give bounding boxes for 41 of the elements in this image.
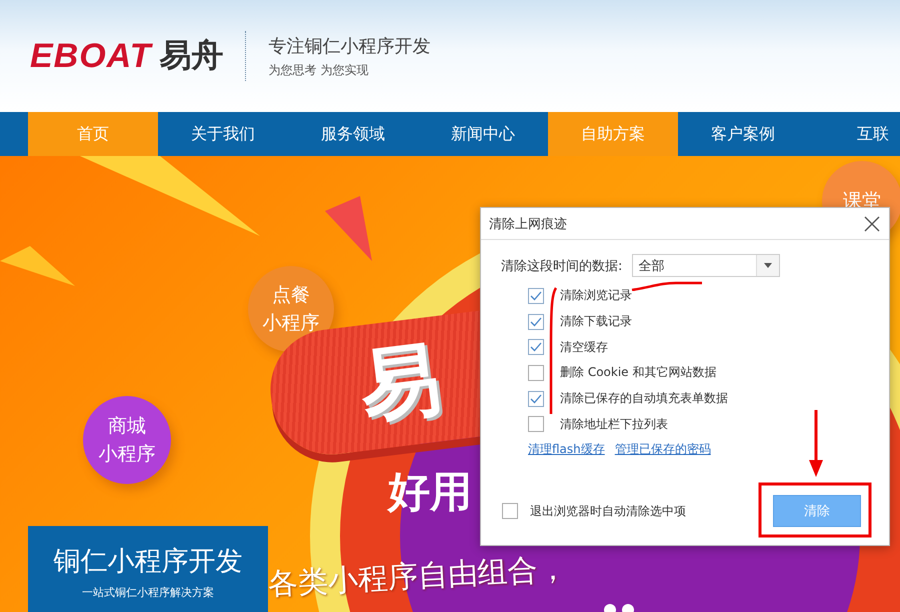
bubble-text: 小程序 <box>262 311 320 336</box>
nav-item[interactable]: 服务领域 <box>288 112 418 156</box>
caption-title: 铜仁小程序开发 <box>54 544 242 578</box>
site-logo[interactable]: EBOAT 易舟 <box>30 31 246 81</box>
close-icon[interactable] <box>863 214 881 232</box>
dialog-link[interactable]: 管理已保存的密码 <box>614 441 711 458</box>
checkbox-label[interactable]: 清除已保存的自动填充表单数据 <box>560 390 728 408</box>
logo-text: 易舟 <box>159 35 224 76</box>
bubble-text: 小程序 <box>98 442 156 467</box>
range-label: 清除这段时间的数据: <box>501 258 622 274</box>
nav-item[interactable]: 互联 <box>808 112 900 156</box>
site-slogan: 专注铜仁小程序开发 <box>268 34 430 58</box>
checkbox[interactable] <box>528 390 544 407</box>
checkbox[interactable] <box>528 364 544 381</box>
checkbox[interactable] <box>528 416 544 432</box>
banner-headline: 易 <box>354 330 446 435</box>
bubble-text: 点餐 <box>272 282 310 308</box>
caption-subtitle: 一站式铜仁小程序解决方案 <box>82 584 214 600</box>
checkbox-label[interactable]: 清除下载记录 <box>560 313 632 330</box>
checkbox[interactable] <box>502 503 518 519</box>
checkbox-label[interactable]: 清除浏览记录 <box>560 287 632 304</box>
checkbox[interactable] <box>528 314 544 330</box>
annotation-arrow <box>808 410 824 478</box>
checkbox[interactable] <box>528 288 544 304</box>
logo-text: EBOAT <box>30 36 152 76</box>
dialog-title: 清除上网痕迹 <box>489 216 567 232</box>
dialog-link[interactable]: 清理flash缓存 <box>528 441 605 458</box>
nav-item[interactable]: 新闻中心 <box>418 112 548 156</box>
nav-item[interactable]: 客户案例 <box>678 112 808 156</box>
banner-subline: 各类小程序自由组合， <box>266 550 569 604</box>
checkbox[interactable] <box>528 339 544 356</box>
nav-item[interactable]: 关于我们 <box>158 112 288 156</box>
caret-icon <box>764 263 772 268</box>
bubble-text: 商城 <box>108 414 146 438</box>
checkbox-label[interactable]: 删除 Cookie 和其它网站数据 <box>560 364 716 382</box>
range-dropdown[interactable]: 全部 <box>632 254 780 277</box>
checkbox-label[interactable]: 清空缓存 <box>560 338 608 356</box>
site-subslogan: 为您思考 为您实现 <box>268 62 370 78</box>
checkbox-label[interactable]: 清除地址栏下拉列表 <box>560 416 668 433</box>
annotation-scribble <box>631 281 703 291</box>
checkbox-label[interactable]: 退出浏览器时自动清除选中项 <box>530 502 686 520</box>
